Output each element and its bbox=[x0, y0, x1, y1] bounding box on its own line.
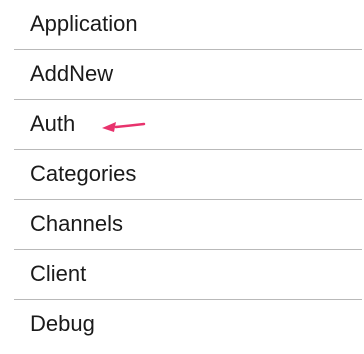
menu-item-client[interactable]: Client bbox=[14, 250, 362, 300]
menu-item-categories[interactable]: Categories bbox=[14, 150, 362, 200]
menu-item-label: AddNew bbox=[30, 61, 114, 86]
menu-item-application[interactable]: Application bbox=[14, 0, 362, 50]
menu-item-channels[interactable]: Channels bbox=[14, 200, 362, 250]
menu-list: Application AddNew Auth Categories Chann… bbox=[14, 0, 362, 350]
menu-item-label: Auth bbox=[30, 111, 76, 136]
menu-item-debug[interactable]: Debug bbox=[14, 300, 362, 350]
menu-item-label: Categories bbox=[30, 161, 137, 186]
menu-item-label: Application bbox=[30, 11, 138, 36]
menu-item-auth[interactable]: Auth bbox=[14, 100, 362, 150]
menu-item-label: Channels bbox=[30, 211, 123, 236]
menu-item-label: Debug bbox=[30, 311, 95, 336]
menu-item-label: Client bbox=[30, 261, 87, 286]
menu-item-addnew[interactable]: AddNew bbox=[14, 50, 362, 100]
left-arrow-icon bbox=[102, 122, 146, 132]
